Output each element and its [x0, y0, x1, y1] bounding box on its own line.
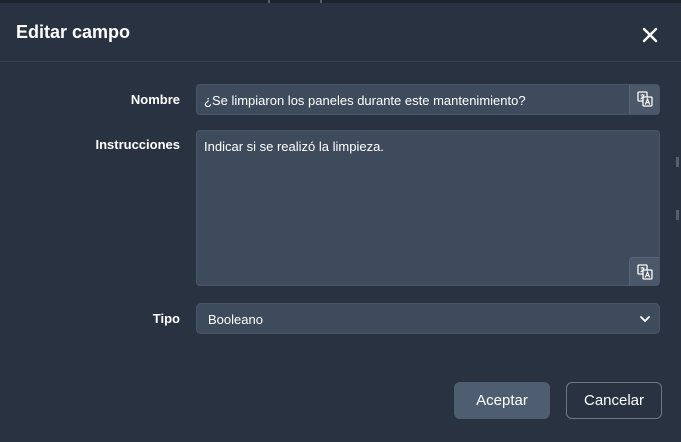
instructions-label: Instrucciones	[95, 137, 180, 152]
translate-icon	[637, 91, 653, 107]
chevron-down-icon	[640, 316, 650, 322]
scrollbar-mark	[676, 210, 679, 220]
name-field[interactable]: ¿Se limpiaron los paneles durante este m…	[196, 84, 660, 115]
scrollbar-mark	[676, 157, 679, 167]
type-label: Tipo	[152, 311, 180, 326]
name-input-value: ¿Se limpiaron los paneles durante este m…	[204, 93, 526, 108]
accept-button[interactable]: Aceptar	[454, 382, 550, 419]
dialog-header: Editar campo	[0, 3, 681, 62]
translate-icon	[637, 264, 653, 280]
close-icon	[642, 27, 658, 43]
close-button[interactable]	[638, 23, 662, 47]
edit-field-dialog: Editar campo Nombre ¿Se limpiaron los pa…	[0, 0, 681, 442]
name-translate-button[interactable]	[629, 85, 659, 114]
type-select[interactable]: Booleano	[196, 303, 660, 334]
type-select-value: Booleano	[208, 312, 263, 327]
name-label: Nombre	[130, 92, 180, 107]
cancel-button[interactable]: Cancelar	[566, 382, 662, 419]
dialog-title: Editar campo	[16, 22, 131, 42]
instructions-value: Indicar si se realizó la limpieza.	[204, 139, 384, 154]
instructions-textarea[interactable]: Indicar si se realizó la limpieza.	[196, 130, 660, 286]
instructions-translate-button[interactable]	[629, 257, 659, 286]
